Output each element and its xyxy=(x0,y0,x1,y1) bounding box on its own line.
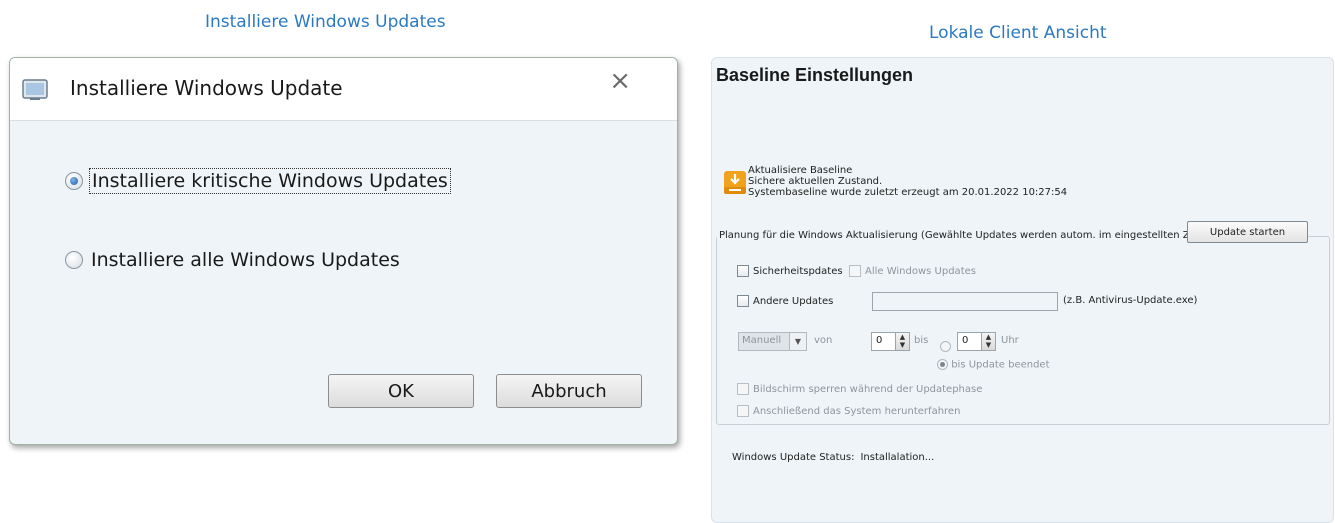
from-label: von xyxy=(814,335,833,346)
other-updates-label: Andere Updates xyxy=(753,296,834,307)
baseline-save-state: Sichere aktuellen Zustand. xyxy=(748,176,883,187)
other-updates-hint: (z.B. Antivirus-Update.exe) xyxy=(1063,295,1198,306)
until-done-radio[interactable] xyxy=(937,359,948,370)
other-updates-option[interactable]: Andere Updates xyxy=(737,295,833,307)
radio-critical-label[interactable]: Installiere kritische Windows Updates xyxy=(89,168,451,194)
all-updates-label: Alle Windows Updates xyxy=(865,266,976,277)
spinner-arrows-icon[interactable]: ▲ ▼ xyxy=(895,333,909,350)
radio-all-label[interactable]: Installiere alle Windows Updates xyxy=(89,248,402,272)
other-updates-checkbox[interactable] xyxy=(737,295,749,307)
install-update-dialog: Installiere Windows Update × Installiere… xyxy=(9,57,678,445)
from-hour-spinner[interactable]: 0 ▲ ▼ xyxy=(871,332,910,351)
security-updates-option[interactable]: Sicherheitspdates xyxy=(737,265,843,277)
all-updates-checkbox[interactable] xyxy=(849,265,861,277)
baseline-settings-panel: Baseline Einstellungen Aktualisiere Base… xyxy=(711,57,1334,523)
status-value: Installalation... xyxy=(860,452,935,463)
schedule-mode-select[interactable]: Manuell ▼ xyxy=(738,332,807,351)
to-hour-value: 0 xyxy=(962,335,969,346)
until-done-label: bis Update beendet xyxy=(951,359,1050,371)
update-schedule-group: Planung für die Windows Aktualisierung (… xyxy=(716,230,1330,425)
lock-screen-option[interactable]: Bildschirm sperren während der Updatepha… xyxy=(737,383,982,395)
all-updates-option[interactable]: Alle Windows Updates xyxy=(849,265,976,277)
dialog-titlebar: Installiere Windows Update × xyxy=(10,58,677,121)
download-drive-icon xyxy=(724,171,746,194)
lock-screen-label: Bildschirm sperren während der Updatepha… xyxy=(753,384,983,395)
security-updates-checkbox[interactable] xyxy=(737,265,749,277)
baseline-info: Aktualisiere Baseline Sichere aktuellen … xyxy=(748,165,1067,198)
spinner-arrows-icon[interactable]: ▲ ▼ xyxy=(981,333,995,350)
hour-label: Uhr xyxy=(1001,335,1019,346)
panel-heading: Baseline Einstellungen xyxy=(716,65,914,85)
window-icon xyxy=(22,79,48,100)
dialog-title: Installiere Windows Update xyxy=(70,76,343,100)
to-hour-spinner[interactable]: 0 ▲ ▼ xyxy=(957,332,996,351)
baseline-update-link[interactable]: Aktualisiere Baseline xyxy=(748,165,1067,176)
schedule-mode-value: Manuell xyxy=(742,335,782,346)
chevron-down-icon[interactable]: ▼ xyxy=(789,333,806,350)
cancel-button[interactable]: Abbruch xyxy=(496,374,642,408)
to-time-radio[interactable] xyxy=(940,336,951,355)
radio-button-checked[interactable] xyxy=(65,172,83,190)
shutdown-option[interactable]: Anschließend das System herunterfahren xyxy=(737,405,960,417)
lock-screen-checkbox[interactable] xyxy=(737,383,749,395)
ok-button[interactable]: OK xyxy=(328,374,474,408)
radio-critical-updates[interactable]: Installiere kritische Windows Updates xyxy=(65,168,451,194)
shutdown-label: Anschließend das System herunterfahren xyxy=(753,406,961,417)
other-updates-input[interactable] xyxy=(872,292,1058,311)
left-caption: Installiere Windows Updates xyxy=(205,12,446,32)
security-updates-label: Sicherheitspdates xyxy=(753,266,843,277)
radio-icon[interactable] xyxy=(940,341,951,352)
shutdown-checkbox[interactable] xyxy=(737,405,749,417)
to-label: bis xyxy=(914,335,929,346)
radio-all-updates[interactable]: Installiere alle Windows Updates xyxy=(65,248,402,272)
update-status: Windows Update Status: Installalation... xyxy=(732,452,934,463)
right-caption: Lokale Client Ansicht xyxy=(929,23,1107,43)
status-label: Windows Update Status: xyxy=(732,452,855,463)
close-icon[interactable]: × xyxy=(609,66,631,96)
start-update-button[interactable]: Update starten xyxy=(1187,221,1308,243)
from-hour-value: 0 xyxy=(876,335,883,346)
until-done-option[interactable]: bis Update beendet xyxy=(937,359,1050,371)
radio-button-unchecked[interactable] xyxy=(65,251,83,269)
baseline-last-created: Systembaseline wurde zuletzt erzeugt am … xyxy=(748,187,1068,198)
